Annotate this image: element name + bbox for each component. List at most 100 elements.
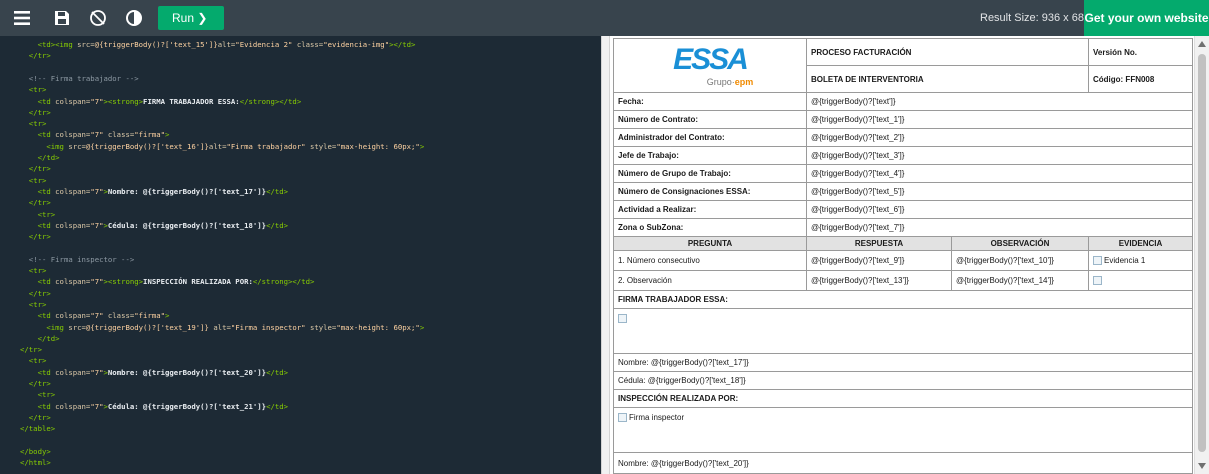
code-line[interactable]: </html> bbox=[20, 458, 51, 468]
field-value: @{triggerBody()?['text_6']} bbox=[806, 200, 1193, 219]
proceso-label: PROCESO FACTURACIÓN bbox=[811, 47, 912, 57]
code-line[interactable]: </tr> bbox=[20, 198, 51, 208]
version-label: Versión No. bbox=[1093, 47, 1138, 57]
code-line[interactable]: </tr> bbox=[20, 51, 51, 61]
save-icon[interactable] bbox=[52, 8, 72, 28]
code-token: "7" bbox=[90, 220, 104, 230]
code-token: > bbox=[419, 322, 425, 332]
code-line[interactable]: <img src=@{triggerBody()?['text_19']} al… bbox=[20, 323, 424, 333]
codigo-label: Código: FFN008 bbox=[1093, 74, 1155, 84]
code-token: colspan= bbox=[50, 96, 91, 106]
code-line[interactable]: <td colspan="7">Cédula: @{triggerBody()?… bbox=[20, 402, 288, 412]
get-your-own-website-button[interactable]: Get your own website bbox=[1084, 0, 1209, 36]
code-line[interactable]: </tr> bbox=[20, 108, 51, 118]
code-token: </tr> bbox=[20, 345, 42, 355]
code-line[interactable]: </table> bbox=[20, 424, 55, 434]
code-line[interactable]: <tr> bbox=[20, 300, 47, 310]
code-token: "evidencia-img" bbox=[323, 40, 390, 49]
scroll-down-arrow-icon[interactable] bbox=[1198, 463, 1206, 469]
result-scrollbar[interactable] bbox=[1194, 36, 1209, 474]
code-line[interactable]: <tr> bbox=[20, 210, 56, 220]
code-token: > bbox=[419, 141, 425, 151]
code-line[interactable]: <td colspan="7">Cédula: @{triggerBody()?… bbox=[20, 221, 288, 231]
code-line[interactable]: <tr> bbox=[20, 356, 47, 366]
code-line[interactable] bbox=[20, 63, 24, 73]
essa-logo-text: ESSA bbox=[673, 42, 749, 76]
code-line[interactable] bbox=[20, 436, 24, 446]
code-line[interactable]: <td><img src=@{triggerBody()?['text_15']… bbox=[20, 40, 416, 50]
code-line[interactable]: </tr> bbox=[20, 413, 51, 423]
code-line[interactable]: </tr> bbox=[20, 164, 51, 174]
code-token: </td> bbox=[37, 333, 60, 343]
code-line[interactable]: <!-- Firma trabajador --> bbox=[20, 74, 139, 84]
contrast-icon[interactable] bbox=[124, 8, 144, 28]
field-value: @{triggerBody()?['text_2']} bbox=[806, 128, 1193, 147]
code-line[interactable]: <img src=@{triggerBody()?['text_16']}alt… bbox=[20, 142, 424, 152]
inspeccion-heading: INSPECCIÓN REALIZADA POR: bbox=[613, 389, 1193, 408]
code-line[interactable]: </body> bbox=[20, 447, 51, 457]
code-token: </td> bbox=[266, 220, 289, 230]
pane-divider-handle[interactable] bbox=[601, 36, 610, 474]
code-line[interactable]: </tr> bbox=[20, 289, 51, 299]
code-token: Nombre: @{triggerBody()?['text_20']} bbox=[107, 367, 267, 377]
code-line[interactable]: <td colspan="7"><strong>FIRMA TRABAJADOR… bbox=[20, 96, 302, 107]
code-token: "Firma inspector" bbox=[230, 322, 306, 332]
code-line[interactable]: <tr> bbox=[20, 85, 47, 95]
code-token: </body> bbox=[20, 446, 51, 456]
field-label: Actividad a Realizar: bbox=[613, 200, 807, 219]
logo-sub-brand: epm bbox=[734, 76, 754, 87]
code-line[interactable]: </td> bbox=[20, 153, 60, 163]
boleta-cell: BOLETA DE INTERVENTORIA bbox=[806, 65, 1089, 93]
code-line[interactable]: <tr> bbox=[20, 119, 47, 129]
evidencia-1-alt: Evidencia 1 bbox=[1104, 256, 1146, 265]
code-token: @{triggerBody()?['text_19']} bbox=[85, 322, 209, 332]
code-token: </tr> bbox=[28, 412, 51, 422]
code-line[interactable] bbox=[20, 243, 24, 253]
code-token: "firma" bbox=[134, 311, 166, 321]
code-token: colspan= bbox=[50, 311, 91, 321]
field-label: Número de Contrato: bbox=[613, 110, 807, 129]
code-line[interactable]: <tr> bbox=[20, 390, 56, 400]
code-line[interactable]: </tr> bbox=[20, 232, 51, 242]
nombre-trabajador: Nombre: @{triggerBody()?['text_17']} bbox=[613, 353, 1193, 372]
code-editor[interactable]: <td><img src=@{triggerBody()?['text_15']… bbox=[0, 36, 601, 474]
code-line[interactable]: </tr> bbox=[20, 345, 42, 355]
code-line[interactable]: </tr> bbox=[20, 379, 51, 389]
version-cell: Versión No. bbox=[1088, 38, 1193, 66]
code-line[interactable]: <tr> bbox=[20, 176, 47, 186]
code-line[interactable]: <td colspan="7"><strong>INSPECCIÓN REALI… bbox=[20, 277, 315, 287]
code-token: colspan= bbox=[50, 130, 91, 140]
code-line[interactable]: <td colspan="7">Nombre: @{triggerBody()?… bbox=[20, 368, 288, 378]
code-line[interactable]: <td colspan="7" class="firma"> bbox=[20, 130, 170, 140]
field-value: @{triggerBody()?['text_5']} bbox=[806, 182, 1193, 201]
firma-inspector-cell: Firma inspector bbox=[613, 407, 1193, 453]
code-token: "7" bbox=[90, 367, 104, 377]
code-token: colspan= bbox=[50, 277, 91, 287]
field-value: @{triggerBody()?['text_1']} bbox=[806, 110, 1193, 129]
code-token: src= bbox=[63, 141, 86, 151]
field-label: Zona o SubZona: bbox=[613, 218, 807, 237]
code-line[interactable]: </td> bbox=[20, 334, 60, 344]
scroll-up-arrow-icon[interactable] bbox=[1198, 41, 1206, 47]
run-button[interactable]: Run ❯ bbox=[158, 6, 224, 30]
code-token: ><strong> bbox=[103, 277, 144, 287]
scrollbar-thumb[interactable] bbox=[1198, 54, 1206, 452]
code-line[interactable]: <!-- Firma inspector --> bbox=[20, 255, 134, 265]
header-evidencia: EVIDENCIA bbox=[1088, 236, 1193, 251]
hamburger-menu-icon[interactable] bbox=[12, 8, 32, 28]
code-token: </tr> bbox=[28, 164, 51, 174]
header-pregunta: PREGUNTA bbox=[613, 236, 807, 251]
code-token: </table> bbox=[20, 424, 56, 434]
code-token: <td bbox=[37, 311, 51, 321]
code-line[interactable]: <td colspan="7">Nombre: @{triggerBody()?… bbox=[20, 187, 288, 197]
code-token: </tr> bbox=[28, 107, 51, 117]
rotate-icon[interactable] bbox=[88, 8, 108, 28]
code-token: </strong></td> bbox=[252, 277, 315, 287]
toolbar: Run ❯ Result Size: 936 x 683 Get your ow… bbox=[0, 0, 1209, 36]
firma-inspector-alt: Firma inspector bbox=[629, 413, 685, 422]
code-line[interactable]: <tr> bbox=[20, 266, 47, 276]
field-value: @{triggerBody()?['text_7']} bbox=[806, 218, 1193, 237]
code-token: class= bbox=[292, 40, 324, 49]
code-line[interactable]: <td colspan="7" class="firma"> bbox=[20, 311, 170, 321]
